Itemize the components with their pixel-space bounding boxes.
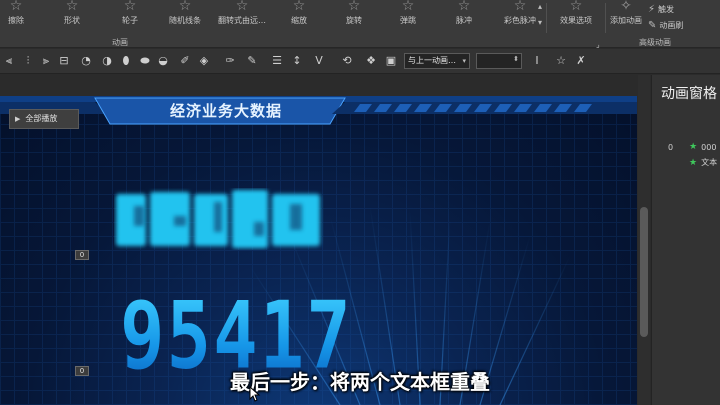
effect-6-button[interactable]: ☆ 缩放 (277, 0, 321, 34)
effect-7-button[interactable]: ☆ 旋转 (332, 0, 376, 34)
powerpoint-window: ☆ 擦除 ☆ 形状 ☆ 轮子 ☆ 随机线条 ☆ 翻转式由远… ☆ 缩放 ☆ 旋转 ☆ 弹跳 ☆ 脉冲 ☆ 彩色脉冲 ☆… (0, 0, 720, 405)
shape-circle-icon[interactable]: ◔ (79, 54, 93, 68)
eyedropper-icon[interactable]: ✐ (178, 54, 192, 68)
ribbon-separator (605, 3, 606, 33)
start-timing-dropdown[interactable]: 与上一动画… ▾ (404, 53, 470, 69)
distribute-icon[interactable]: ⊟ (57, 54, 71, 68)
align-right-icon[interactable]: ⫸ (39, 54, 53, 68)
star-icon: ☆ (457, 0, 471, 14)
vertical-scrollbar[interactable] (638, 75, 650, 405)
animation-order-tag[interactable]: 0 (75, 250, 89, 260)
animation-pane: 动画窗格 (651, 75, 720, 405)
align-left-icon[interactable]: ⫷ (2, 54, 16, 68)
star-effect-icon[interactable]: ☆ (554, 54, 568, 68)
add-animation-button[interactable]: ✧ 添加动画 (610, 0, 642, 34)
effect-10-button[interactable]: ☆ 彩色脉冲 (498, 0, 542, 34)
effect-1-button[interactable]: ☆ 擦除 (0, 0, 38, 34)
lightning-icon: ⚡ (648, 4, 656, 15)
effect-3-button[interactable]: ☆ 轮子 (108, 0, 152, 34)
shape-merge-icon[interactable]: ◑ (100, 54, 114, 68)
effect-5-button[interactable]: ☆ 翻转式由远… (218, 0, 266, 34)
shape-fragment-icon[interactable]: ◒ (156, 54, 170, 68)
pane-title: 动画窗格 (661, 86, 717, 102)
entrance-star-icon: ★ (689, 157, 698, 168)
italic-icon[interactable]: I (530, 54, 544, 68)
text-align-icon[interactable]: ☰ (270, 54, 284, 68)
star-icon: ☆ (123, 0, 137, 14)
spinner-arrows-icon: ⬍ (513, 55, 519, 63)
duration-spinner[interactable]: ⬍ (476, 53, 522, 69)
entrance-star-icon: ★ (689, 142, 698, 152)
video-subtitle: 最后一步：将两个文本框重叠 (230, 370, 490, 394)
shape-combine-icon[interactable]: ⬬ (138, 54, 152, 68)
star-icon: ☆ (292, 0, 306, 14)
ribbon-group-animation-label: 动画 (112, 38, 128, 47)
add-animation-icon: ✧ (620, 0, 632, 14)
chevron-down-icon: ▾ (462, 57, 466, 65)
blurred-text-box[interactable] (114, 188, 324, 250)
star-icon: ☆ (65, 0, 79, 14)
char-spacing-icon[interactable]: Ⅴ (312, 54, 326, 68)
line-color-icon[interactable]: ✑ (223, 54, 237, 68)
effect-4-button[interactable]: ☆ 随机线条 (163, 0, 207, 34)
star-icon: ☆ (9, 0, 23, 14)
fill-bucket-icon[interactable]: ◈ (197, 54, 211, 68)
slide-title[interactable]: 经济业务大数据 (110, 100, 342, 121)
effect-options-icon: ☆ (569, 0, 583, 14)
play-icon: ▶ (15, 115, 21, 123)
format-painter-icon[interactable]: ❖ (364, 54, 378, 68)
scrollbar-thumb[interactable] (640, 207, 648, 337)
crop-icon[interactable]: ▣ (384, 54, 398, 68)
effect-2-button[interactable]: ☆ 形状 (50, 0, 94, 34)
star-icon: ☆ (178, 0, 192, 14)
pen-icon[interactable]: ✎ (245, 54, 259, 68)
animation-painter-button[interactable]: ✎ 动画刷 (648, 20, 683, 31)
star-icon: ☆ (513, 0, 527, 14)
ribbon-separator (546, 3, 547, 33)
animation-list-item[interactable]: 0 ★ 000 (668, 142, 716, 152)
ribbon-group-advanced-label: 高级动画 (639, 38, 671, 47)
animation-list-item[interactable]: ★ 文本 (689, 157, 717, 168)
animation-ribbon: ☆ 擦除 ☆ 形状 ☆ 轮子 ☆ 随机线条 ☆ 翻转式由远… ☆ 缩放 ☆ 旋转 ☆ 弹跳 ☆ 脉冲 ☆ 彩色脉冲 ☆… (0, 0, 720, 49)
brush-icon: ✎ (648, 20, 657, 31)
dialog-launcher-icon[interactable]: ⌟ (596, 40, 600, 49)
clear-format-icon[interactable]: ✗ (574, 54, 588, 68)
star-icon: ☆ (401, 0, 415, 14)
effect-8-button[interactable]: ☆ 弹跳 (386, 0, 430, 34)
gallery-scroll-up-icon[interactable]: ▴ (538, 2, 542, 11)
effect-9-button[interactable]: ☆ 脉冲 (442, 0, 486, 34)
star-icon: ☆ (347, 0, 361, 14)
gallery-expand-icon[interactable]: ▾ (538, 18, 542, 27)
shape-union-icon[interactable]: ⬮ (119, 54, 133, 68)
mouse-cursor-icon (249, 386, 261, 402)
rotate-icon[interactable]: ⟲ (340, 54, 354, 68)
line-spacing-icon[interactable]: ↕ (290, 54, 304, 68)
trigger-button[interactable]: ⚡ 触发 (648, 4, 674, 15)
format-toolbar: ⫷ ⫶ ⫸ ⊟ ◔ ◑ ⬮ ⬬ ◒ ✐ ◈ ✑ ✎ ☰ ↕ Ⅴ ⟲ ❖ ▣ I … (0, 49, 720, 74)
play-all-button[interactable]: ▶ 全部播放 (9, 109, 79, 129)
star-icon: ☆ (235, 0, 249, 14)
effect-options-button[interactable]: ☆ 效果选项 (560, 0, 592, 34)
align-center-icon[interactable]: ⫶ (21, 54, 35, 68)
